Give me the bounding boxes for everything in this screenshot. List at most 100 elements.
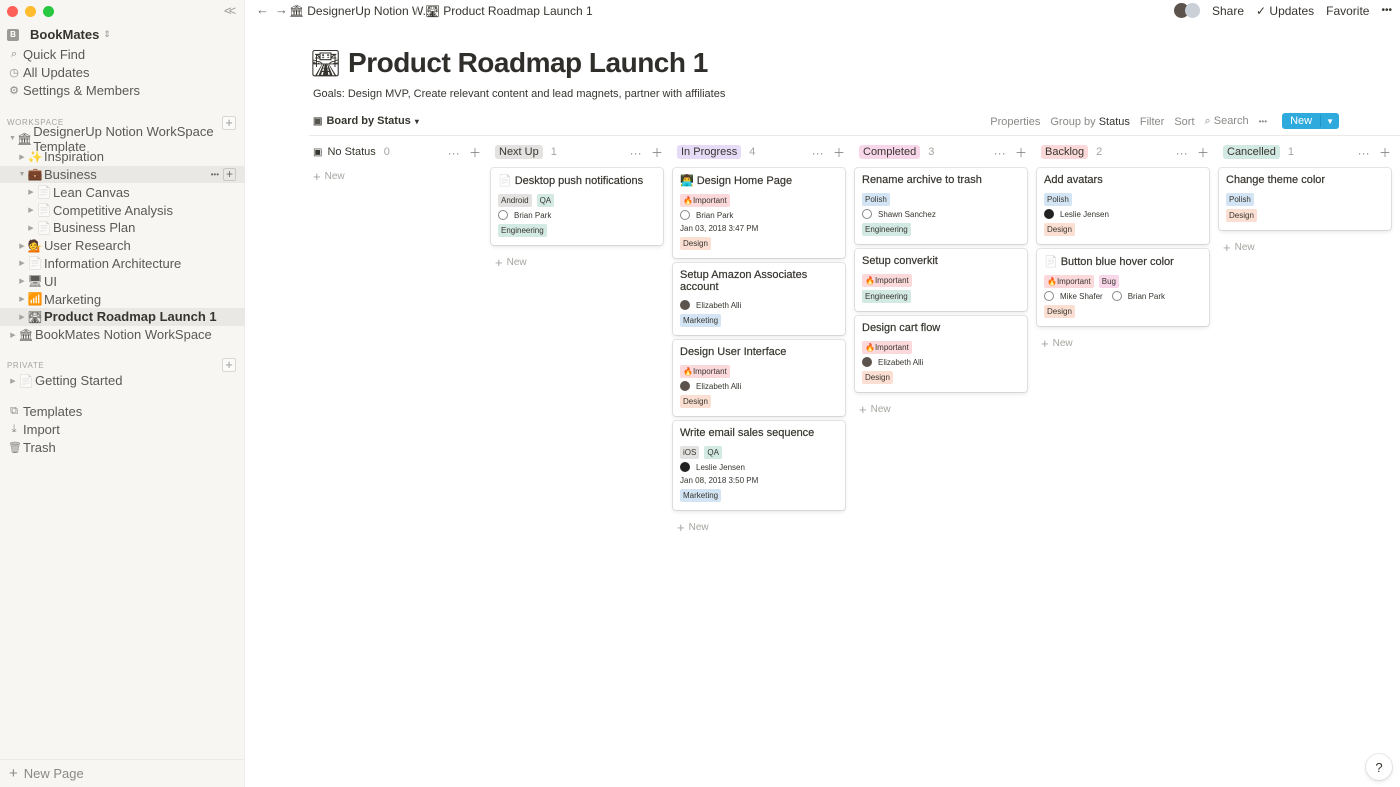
expanded-triangle-icon[interactable]: ▼ (8, 135, 17, 142)
collapsed-triangle-icon[interactable]: ▶ (26, 188, 36, 196)
board-card[interactable]: 📄 Desktop push notifications Android QA Bria… (491, 168, 663, 245)
page-title[interactable]: Product Roadmap Launch 1 (348, 47, 708, 79)
add-new-card-button[interactable]: + New (309, 169, 491, 184)
collapsed-triangle-icon[interactable]: ▶ (17, 277, 27, 285)
help-button[interactable]: ? (1366, 754, 1392, 780)
properties-button[interactable]: Properties (990, 116, 1040, 128)
collapsed-triangle-icon[interactable]: ▶ (8, 377, 18, 385)
add-card-icon[interactable]: ＋ (1194, 146, 1209, 160)
collapsed-triangle-icon[interactable]: ▶ (17, 259, 27, 267)
add-new-card-button[interactable]: + New (855, 402, 1037, 417)
board-card[interactable]: 👨‍💻 Design Home Page 🔥Important Brian Park J… (673, 168, 845, 258)
collapsed-triangle-icon[interactable]: ▶ (17, 295, 27, 303)
collapsed-triangle-icon[interactable]: ▶ (17, 153, 27, 161)
sidebar-item-templates[interactable]: ⧉ Templates (0, 403, 245, 421)
add-subpage-button[interactable]: + (223, 167, 236, 181)
column-name[interactable]: Cancelled (1223, 145, 1280, 159)
more-options-icon[interactable]: ··· (812, 146, 824, 160)
updates-button[interactable]: ✓ Updates (1256, 4, 1314, 18)
more-options-icon[interactable]: ··· (448, 146, 460, 160)
add-private-page-button[interactable]: + (222, 358, 236, 372)
collapsed-triangle-icon[interactable]: ▶ (26, 224, 36, 232)
add-new-card-button[interactable]: + New (1219, 240, 1400, 255)
page-emoji-icon[interactable]: 🛣 (309, 48, 342, 79)
more-options-icon[interactable]: ··· (1358, 146, 1370, 160)
column-name[interactable]: Next Up (495, 145, 543, 159)
breadcrumb-item[interactable]: 🏛 DesignerUp Notion W... (289, 4, 433, 18)
column-actions: ··· ＋ (1176, 144, 1209, 161)
sidebar-item-user-research[interactable]: ▶ 💁 User Research (0, 237, 245, 255)
collapse-sidebar-icon[interactable]: << (224, 3, 236, 18)
board-card[interactable]: 📄 Button blue hover color 🔥Important Bug Mik… (1037, 249, 1209, 326)
breadcrumb-item[interactable]: 🛣 Product Roadmap Launch 1 (425, 4, 593, 18)
sidebar-item-settings[interactable]: ⚙ Settings & Members (0, 82, 245, 100)
sidebar-item-ui[interactable]: ▶ 🖥 UI (0, 272, 245, 290)
column-name[interactable]: No Status (327, 146, 375, 158)
sidebar-item-information-architecture[interactable]: ▶ 📄 Information Architecture (0, 255, 245, 273)
sidebar-item-business[interactable]: ▼ 💼 Business ••• + (0, 165, 245, 184)
sidebar-item-import[interactable]: ⤓ Import (0, 421, 245, 439)
collaborator-avatars[interactable] (1174, 3, 1200, 18)
sidebar-item-lean-canvas[interactable]: ▶ 📄 Lean Canvas (0, 183, 245, 201)
sidebar-item-quick-find[interactable]: ⌕ Quick Find (0, 46, 245, 64)
column-name[interactable]: In Progress (677, 145, 742, 159)
board-card[interactable]: Design cart flow 🔥Important Elizabeth Alli… (855, 316, 1027, 392)
sidebar-item-business-plan[interactable]: ▶ 📄 Business Plan (0, 219, 245, 237)
board-card[interactable]: Design User Interface 🔥Important Elizabeth… (673, 340, 845, 416)
share-button[interactable]: Share (1212, 4, 1244, 18)
favorite-button[interactable]: Favorite (1326, 4, 1369, 18)
group-by-button[interactable]: Group by Status (1050, 116, 1130, 128)
more-options-icon[interactable]: ··· (630, 146, 642, 160)
sidebar-item-designerup-notion-workspace-template[interactable]: ▼ 🏛 DesignerUp Notion WorkSpace Template (0, 124, 245, 154)
sidebar-item-all-updates[interactable]: ◷ All Updates (0, 64, 245, 82)
workspace-switcher[interactable]: B BookMates ⇕ (7, 27, 111, 42)
board-card[interactable]: Change theme color Polish Design (1219, 168, 1391, 230)
board-card[interactable]: Rename archive to trash Polish Shawn Sanch… (855, 168, 1027, 244)
maximize-window-button[interactable] (43, 6, 54, 17)
search-button[interactable]: ⌕ Search (1205, 115, 1249, 128)
back-arrow-icon[interactable]: ← (256, 2, 275, 17)
collapsed-triangle-icon[interactable]: ▶ (17, 242, 27, 250)
add-card-icon[interactable]: ＋ (466, 146, 481, 160)
add-card-icon[interactable]: ＋ (1012, 146, 1027, 160)
board-card[interactable]: Write email sales sequence iOS QA Leslie Je… (673, 421, 845, 510)
chevron-down-icon[interactable]: ▼ (1321, 117, 1339, 126)
filter-button[interactable]: Filter (1140, 116, 1164, 128)
view-selector[interactable]: ▣ Board by Status ▾ (313, 115, 419, 127)
sidebar-item-product-roadmap-launch-1[interactable]: ▶ 🛣 Product Roadmap Launch 1 (0, 307, 245, 326)
board-card[interactable]: Setup converkit 🔥Important Engineering (855, 249, 1027, 311)
add-new-card-button[interactable]: + New (673, 520, 855, 535)
add-new-card-button[interactable]: + New (1037, 336, 1219, 351)
collapsed-triangle-icon[interactable]: ▶ (17, 313, 27, 321)
new-item-button[interactable]: New ▼ (1282, 113, 1339, 129)
more-options-icon[interactable]: ··· (1176, 146, 1188, 160)
add-card-icon[interactable]: ＋ (648, 146, 663, 160)
board-card[interactable]: Setup Amazon Associates account Elizabeth… (673, 263, 845, 335)
close-window-button[interactable] (7, 6, 18, 17)
more-options-icon[interactable]: ••• (211, 170, 219, 179)
sidebar-item-competitive-analysis[interactable]: ▶ 📄 Competitive Analysis (0, 201, 245, 219)
add-card-icon[interactable]: ＋ (830, 146, 845, 160)
add-card-icon[interactable]: ＋ (1376, 146, 1391, 160)
sidebar-item-trash[interactable]: 🗑 Trash (0, 439, 245, 457)
board-card[interactable]: Add avatars Polish Leslie Jensen Design (1037, 168, 1209, 244)
add-new-card-button[interactable]: + New (491, 255, 673, 270)
sidebar-item-marketing[interactable]: ▶ 📶 Marketing (0, 290, 245, 308)
expanded-triangle-icon[interactable]: ▼ (17, 171, 27, 178)
more-options-icon[interactable]: ••• (1381, 5, 1392, 16)
more-options-icon[interactable]: ··· (994, 146, 1006, 160)
collapsed-triangle-icon[interactable]: ▶ (26, 206, 36, 214)
collapsed-triangle-icon[interactable]: ▶ (8, 331, 18, 339)
minimize-window-button[interactable] (25, 6, 36, 17)
page-description[interactable]: Goals: Design MVP, Create relevant conte… (313, 88, 725, 100)
sidebar-item-inspiration[interactable]: ▶ ✨ Inspiration (0, 148, 245, 166)
sidebar-item-bookmates-notion-workspace[interactable]: ▶ 🏛 BookMates Notion WorkSpace (0, 326, 245, 344)
new-button-label[interactable]: New (1282, 115, 1322, 127)
sidebar-item-getting-started[interactable]: ▶ 📄 Getting Started (0, 372, 245, 390)
column-name[interactable]: Backlog (1041, 145, 1089, 159)
column-header: In Progress 4 ··· ＋ (673, 143, 855, 161)
column-name[interactable]: Completed (859, 145, 921, 159)
sort-button[interactable]: Sort (1174, 116, 1194, 128)
view-more-icon[interactable]: ••• (1259, 117, 1267, 126)
new-page-button[interactable]: + New Page (0, 759, 245, 787)
